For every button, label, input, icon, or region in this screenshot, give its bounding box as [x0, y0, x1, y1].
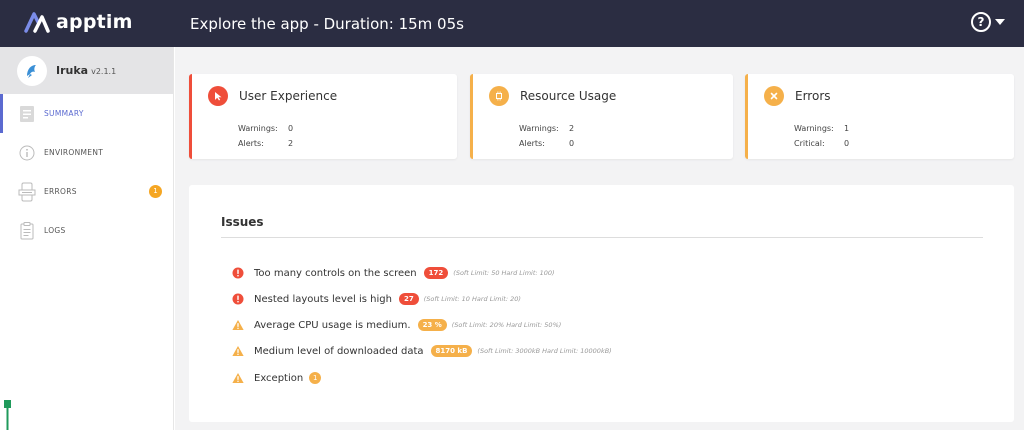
main-content: User Experience Warnings: 0 Alerts: 2 Reso… [175, 47, 1024, 430]
issue-row[interactable]: Too many controls on the screen 172 (Sof… [232, 267, 555, 279]
issue-limits: (Soft Limit: 10 Hard Limit: 20) [423, 295, 521, 303]
stat-label: Warnings: [794, 124, 834, 133]
app-version: v2.1.1 [91, 67, 117, 76]
issue-value-badge: 23 % [417, 319, 447, 331]
stat-label: Alerts: [238, 139, 264, 148]
apptim-logo[interactable]: apptim [24, 11, 133, 33]
issue-row[interactable]: Medium level of downloaded data 8170 kB … [232, 345, 612, 357]
warning-icon [232, 372, 244, 384]
brand-name: apptim [56, 11, 133, 33]
errors-count-badge: 1 [149, 185, 162, 198]
stat-label: Alerts: [519, 139, 545, 148]
card-header: Resource Usage [489, 86, 616, 106]
cursor-icon [208, 86, 228, 106]
errors-icon [18, 182, 36, 202]
top-bar: apptim Explore the app - Duration: 15m 0… [0, 0, 1024, 47]
card-stats: Warnings: 1 Critical: 0 [794, 121, 849, 151]
exception-count-badge: 1 [309, 372, 322, 384]
sidebar: Iruka v2.1.1 SUMMARY ENVIRONMENT ERRORS 1… [0, 47, 174, 430]
card-header: User Experience [208, 86, 337, 106]
card-title: Errors [795, 89, 831, 103]
issues-title: Issues [221, 215, 264, 229]
errors-card[interactable]: Errors Warnings: 1 Critical: 0 [745, 74, 1014, 159]
stat-label: Warnings: [238, 124, 278, 133]
cpu-icon [489, 86, 509, 106]
card-title: User Experience [239, 89, 338, 103]
issue-text: Nested layouts level is high [254, 293, 392, 305]
card-stats: Warnings: 2 Alerts: 0 [519, 121, 574, 151]
issue-limits: (Soft Limit: 50 Hard Limit: 100) [453, 269, 555, 277]
sidebar-item-label: ENVIRONMENT [44, 148, 104, 157]
session-title: Explore the app - Duration: 15m 05s [190, 15, 464, 33]
issue-value-badge: 27 [398, 293, 419, 305]
stat-value: 0 [569, 139, 575, 148]
issue-text: Medium level of downloaded data [254, 345, 424, 357]
stat-value: 2 [288, 139, 294, 148]
error-icon [232, 267, 244, 279]
sidebar-item-label: ERRORS [44, 187, 77, 196]
caret-down-icon[interactable] [995, 19, 1005, 25]
stat-label: Critical: [794, 139, 825, 148]
warning-icon [232, 345, 244, 357]
sidebar-item-label: LOGS [44, 226, 66, 235]
issue-limits: (Soft Limit: 20% Hard Limit: 50%) [451, 321, 562, 329]
card-stats: Warnings: 0 Alerts: 2 [238, 121, 293, 151]
summary-icon [18, 104, 36, 124]
issue-row[interactable]: Exception 1 [232, 372, 322, 384]
issue-text: Average CPU usage is medium. [254, 319, 411, 331]
issue-value-badge: 172 [423, 267, 449, 279]
sidebar-item-environment[interactable]: ENVIRONMENT [0, 133, 173, 172]
divider [221, 237, 983, 238]
stat-label: Warnings: [519, 124, 559, 133]
card-title: Resource Usage [520, 89, 617, 103]
x-icon [764, 86, 784, 106]
stat-value: 2 [569, 124, 575, 133]
stat-value: 1 [844, 124, 850, 133]
user-experience-card[interactable]: User Experience Warnings: 0 Alerts: 2 [189, 74, 457, 159]
stat-value: 0 [288, 124, 294, 133]
apptim-logo-icon [24, 12, 50, 33]
card-header: Errors [764, 86, 831, 106]
sidebar-item-errors[interactable]: ERRORS 1 [0, 172, 173, 211]
stat-value: 0 [844, 139, 850, 148]
sidebar-item-logs[interactable]: LOGS [0, 211, 173, 250]
app-header: Iruka v2.1.1 [0, 47, 173, 94]
app-avatar [17, 55, 47, 86]
issue-limits: (Soft Limit: 3000kB Hard Limit: 10000kB) [477, 347, 612, 355]
issue-row[interactable]: Average CPU usage is medium. 23 % (Soft … [232, 319, 561, 331]
warning-icon [232, 319, 244, 331]
sidebar-item-label: SUMMARY [44, 109, 84, 118]
logs-icon [18, 221, 36, 241]
error-icon [232, 293, 244, 305]
issue-text: Too many controls on the screen [254, 267, 417, 279]
app-name-text: Iruka [56, 64, 89, 77]
issue-value-badge: 8170 kB [430, 345, 473, 357]
info-icon [18, 143, 36, 163]
app-name: Iruka v2.1.1 [56, 64, 116, 77]
dolphin-icon [27, 64, 36, 78]
sidebar-item-summary[interactable]: SUMMARY [0, 94, 173, 133]
issue-text: Exception [254, 372, 304, 384]
issue-row[interactable]: Nested layouts level is high 27 (Soft Li… [232, 293, 521, 305]
resource-usage-card[interactable]: Resource Usage Warnings: 2 Alerts: 0 [470, 74, 733, 159]
green-marker-icon [4, 400, 11, 430]
issues-panel: Issues Too many controls on the screen 1… [189, 185, 1014, 422]
help-icon[interactable]: ? [971, 12, 991, 32]
